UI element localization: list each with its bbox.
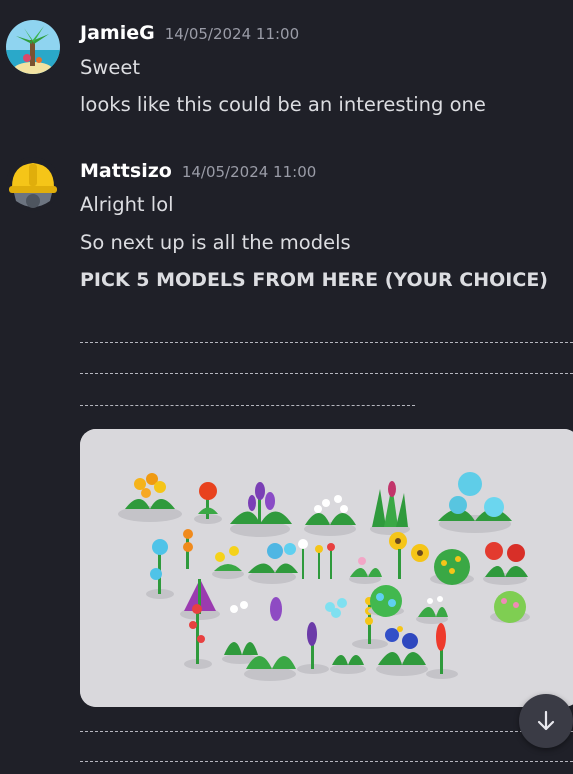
message-text: looks like this could be an interesting …: [80, 93, 486, 116]
dashed-separator: [80, 761, 573, 762]
hardhat-icon: [6, 157, 60, 211]
message-text: So next up is all the models: [80, 231, 351, 254]
flowers-models-image: [80, 429, 573, 707]
message-text: Sweet: [80, 56, 140, 79]
message-text: Alright lol: [80, 193, 174, 216]
tropical-island-icon: [6, 20, 60, 74]
author-name[interactable]: JamieG 14/05/2024 11:00: [80, 22, 299, 44]
dashed-separator: [80, 342, 573, 343]
author-label[interactable]: JamieG: [80, 22, 155, 44]
avatar-mattsizo[interactable]: [6, 157, 60, 211]
dashed-separator: [80, 731, 573, 732]
dashed-separator: [80, 373, 573, 374]
message-text-bold: PICK 5 MODELS FROM HERE (YOUR CHOICE): [80, 269, 548, 291]
dashed-separator: [80, 405, 415, 406]
scroll-to-bottom-button[interactable]: [519, 694, 573, 748]
image-attachment[interactable]: [80, 429, 573, 707]
timestamp: 14/05/2024 11:00: [181, 163, 317, 181]
avatar-jamieg[interactable]: [6, 20, 60, 74]
author-label[interactable]: Mattsizo: [80, 160, 172, 182]
arrow-down-icon: [537, 710, 555, 731]
timestamp: 14/05/2024 11:00: [164, 25, 300, 43]
author-name[interactable]: Mattsizo 14/05/2024 11:00: [80, 160, 316, 182]
chat-view: JamieG 14/05/2024 11:00 Sweet looks like …: [0, 0, 573, 774]
